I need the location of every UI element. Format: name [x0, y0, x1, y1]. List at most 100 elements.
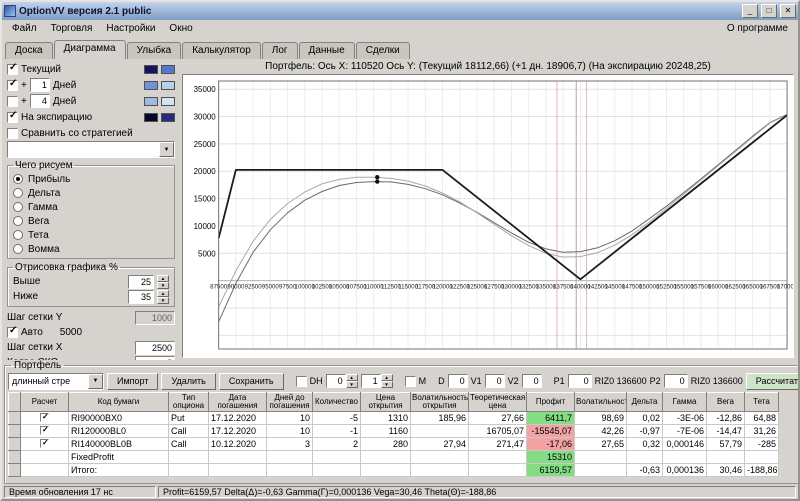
- close-button[interactable]: ✕: [780, 4, 796, 18]
- menu-item-3[interactable]: Окно: [162, 22, 199, 35]
- dh-value-1-input[interactable]: [326, 374, 346, 388]
- menu-item-0[interactable]: Файл: [5, 22, 44, 35]
- color-swatch[interactable]: [144, 113, 158, 122]
- compare-checkbox[interactable]: [7, 128, 18, 139]
- column-header[interactable]: Расчет: [21, 393, 69, 412]
- radio-icon[interactable]: [13, 230, 23, 240]
- days-offset-input[interactable]: [30, 94, 50, 108]
- column-header[interactable]: Код бумаги: [69, 393, 169, 412]
- table-row[interactable]: RI90000BX0Put17.12.202010-51310185,9627,…: [9, 412, 779, 425]
- draw-option-4[interactable]: Тета: [13, 228, 169, 242]
- minimize-button[interactable]: _: [742, 4, 758, 18]
- menu-item-2[interactable]: Настройки: [99, 22, 162, 35]
- maximize-button[interactable]: □: [761, 4, 777, 18]
- days-offset-input[interactable]: [30, 78, 50, 92]
- strategy-select[interactable]: длинный стре: [8, 373, 104, 390]
- column-header[interactable]: Вега: [707, 393, 745, 412]
- grid-x-input[interactable]: [135, 341, 175, 355]
- save-button[interactable]: Сохранить: [219, 373, 284, 390]
- row-calc-checkbox[interactable]: [40, 426, 49, 435]
- d-input[interactable]: [448, 374, 468, 388]
- color-swatch[interactable]: [161, 81, 175, 90]
- y-axis-label: 35000: [194, 85, 217, 94]
- column-header[interactable]: Количество: [313, 393, 361, 412]
- profit-chart[interactable]: 5000100001500020000250003000035000875009…: [182, 74, 794, 358]
- column-header[interactable]: Теоретическая цена: [469, 393, 527, 412]
- cell-delta: 0,02: [627, 412, 663, 425]
- m-checkbox[interactable]: [405, 376, 416, 387]
- above-input[interactable]: [128, 275, 154, 289]
- menu-item-1[interactable]: Торговля: [44, 22, 100, 35]
- dh-value-1-stepper[interactable]: [346, 374, 358, 388]
- tab-3[interactable]: Калькулятор: [182, 42, 261, 59]
- column-header[interactable]: Дата погашения: [209, 393, 267, 412]
- draw-option-5[interactable]: Вомма: [13, 242, 169, 256]
- table-row[interactable]: RI120000BL0Call17.12.202010-1116016705,0…: [9, 425, 779, 438]
- layer-checkbox[interactable]: [7, 96, 18, 107]
- column-header[interactable]: Профит: [527, 393, 575, 412]
- column-header[interactable]: Волатильность: [575, 393, 627, 412]
- radio-icon[interactable]: [13, 202, 23, 212]
- column-header[interactable]: Волатильность открытия: [411, 393, 469, 412]
- strategy-compare-select[interactable]: [7, 141, 175, 158]
- titlebar[interactable]: OptionVV версия 2.1 public _ □ ✕: [2, 2, 798, 20]
- import-button[interactable]: Импорт: [107, 373, 158, 390]
- p1-input[interactable]: [568, 374, 592, 388]
- color-swatch[interactable]: [144, 65, 158, 74]
- draw-option-0[interactable]: Прибыль: [13, 172, 169, 186]
- table-row[interactable]: RI140000BL0BCall10.12.20203228027,94271,…: [9, 438, 779, 451]
- color-swatch[interactable]: [144, 97, 158, 106]
- tab-0[interactable]: Доска: [5, 42, 53, 59]
- color-swatch[interactable]: [161, 97, 175, 106]
- d-label: D: [438, 376, 445, 386]
- dh-value-2-input[interactable]: [361, 374, 381, 388]
- cell-open_vol: 27,94: [411, 438, 469, 451]
- tab-6[interactable]: Сделки: [356, 42, 410, 59]
- compare-row: Сравнить со стратегией: [7, 125, 175, 141]
- layer-checkbox[interactable]: [7, 80, 18, 91]
- chevron-down-icon[interactable]: [159, 142, 174, 157]
- draw-option-3[interactable]: Вега: [13, 214, 169, 228]
- radio-icon[interactable]: [13, 174, 23, 184]
- column-header[interactable]: Гамма: [663, 393, 707, 412]
- draw-option-1[interactable]: Дельта: [13, 186, 169, 200]
- calc-go-button[interactable]: Рассчитать ГО: [746, 373, 800, 390]
- table-row[interactable]: Итого:6159,57-0,630,00013630,46-188,86: [9, 464, 779, 477]
- layer-checkbox[interactable]: [7, 64, 18, 75]
- v2-input[interactable]: [522, 374, 542, 388]
- column-header[interactable]: Тип опциона: [169, 393, 209, 412]
- dh-value-2-stepper[interactable]: [381, 374, 393, 388]
- row-calc-checkbox[interactable]: [40, 439, 49, 448]
- dh-checkbox[interactable]: [296, 376, 307, 387]
- column-header[interactable]: Дней до погашения: [267, 393, 313, 412]
- column-header[interactable]: Тета: [745, 393, 779, 412]
- color-swatch[interactable]: [161, 113, 175, 122]
- cell-profit: 6159,57: [527, 464, 575, 477]
- delete-button[interactable]: Удалить: [161, 373, 215, 390]
- chevron-down-icon[interactable]: [88, 374, 103, 389]
- row-calc-checkbox[interactable]: [40, 413, 49, 422]
- v1-input[interactable]: [485, 374, 505, 388]
- tab-2[interactable]: Улыбка: [127, 42, 182, 59]
- radio-icon[interactable]: [13, 216, 23, 226]
- below-input[interactable]: [128, 290, 154, 304]
- auto-checkbox[interactable]: [7, 327, 18, 338]
- layer-checkbox[interactable]: [7, 112, 18, 123]
- column-header[interactable]: Дельта: [627, 393, 663, 412]
- radio-icon[interactable]: [13, 188, 23, 198]
- column-header[interactable]: Цена открытия: [361, 393, 411, 412]
- draw-option-2[interactable]: Гамма: [13, 200, 169, 214]
- menu-item-about[interactable]: О программе: [720, 22, 795, 35]
- grid-y-input[interactable]: [135, 311, 175, 325]
- table-row[interactable]: FixedProfit15310: [9, 451, 779, 464]
- below-stepper[interactable]: [157, 290, 169, 304]
- above-stepper[interactable]: [157, 275, 169, 289]
- color-swatch[interactable]: [144, 81, 158, 90]
- tab-5[interactable]: Данные: [299, 42, 355, 59]
- p2-input[interactable]: [664, 374, 688, 388]
- color-swatch[interactable]: [161, 65, 175, 74]
- tab-1[interactable]: Диаграмма: [54, 40, 126, 59]
- radio-icon[interactable]: [13, 244, 23, 254]
- cell-theta: 64,88: [745, 412, 779, 425]
- tab-4[interactable]: Лог: [262, 42, 298, 59]
